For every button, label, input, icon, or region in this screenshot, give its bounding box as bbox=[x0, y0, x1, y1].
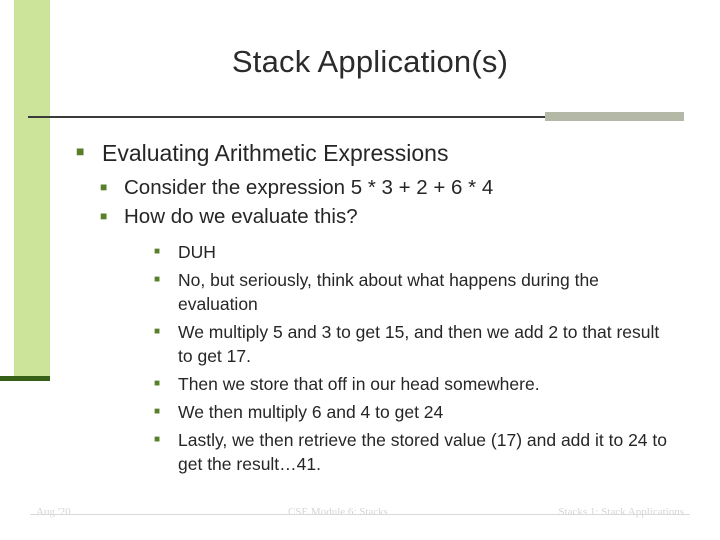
square-bullet-icon: ■ bbox=[100, 180, 108, 194]
footer-date: Aug '20 bbox=[36, 506, 71, 518]
bullet-level3-group: ■ DUH ■ No, but seriously, think about w… bbox=[154, 240, 686, 476]
slide: Stack Application(s) ■ Evaluating Arithm… bbox=[0, 0, 720, 540]
left-green-accent-bar bbox=[14, 0, 50, 380]
bullet-level3: ■ We then multiply 6 and 4 to get 24 bbox=[154, 400, 686, 424]
bullet-level3-label: Then we store that off in our head somew… bbox=[178, 374, 540, 394]
slide-footer: Aug '20 CSE Module 6: Stacks Stacks 1: S… bbox=[0, 504, 720, 540]
bullet-level3-label: We multiply 5 and 3 to get 15, and then … bbox=[178, 322, 660, 366]
footer-topic: Stacks 1: Stack Applications bbox=[558, 506, 684, 518]
square-bullet-icon: ■ bbox=[154, 246, 161, 257]
bullet-level3-label: We then multiply 6 and 4 to get 24 bbox=[178, 402, 444, 422]
bullet-level2: ■ How do we evaluate this? bbox=[100, 203, 686, 230]
bullet-level2-group: ■ Consider the expression 5 * 3 + 2 + 6 … bbox=[100, 174, 686, 476]
page-title: Stack Application(s) bbox=[231, 44, 509, 79]
bullet-level3: ■ Lastly, we then retrieve the stored va… bbox=[154, 428, 686, 476]
bullet-level2: ■ Consider the expression 5 * 3 + 2 + 6 … bbox=[100, 174, 686, 201]
bullet-level3: ■ No, but seriously, think about what ha… bbox=[154, 268, 686, 316]
bullet-level3-label: DUH bbox=[178, 242, 216, 262]
bullet-level3: ■ Then we store that off in our head som… bbox=[154, 372, 686, 396]
slide-body: ■ Evaluating Arithmetic Expressions ■ Co… bbox=[76, 132, 686, 480]
bullet-level2-label: How do we evaluate this? bbox=[124, 205, 358, 228]
bullet-level3: ■ We multiply 5 and 3 to get 15, and the… bbox=[154, 320, 686, 368]
square-bullet-icon: ■ bbox=[76, 145, 85, 160]
square-bullet-icon: ■ bbox=[154, 326, 161, 337]
square-bullet-icon: ■ bbox=[100, 209, 108, 223]
square-bullet-icon: ■ bbox=[154, 406, 161, 417]
title-divider-thick bbox=[545, 112, 684, 121]
bullet-level1-label: Evaluating Arithmetic Expressions bbox=[102, 140, 449, 166]
bullet-level2-label: Consider the expression 5 * 3 + 2 + 6 * … bbox=[124, 176, 494, 199]
square-bullet-icon: ■ bbox=[154, 274, 161, 285]
footer-course: CSE Module 6: Stacks bbox=[288, 506, 388, 518]
square-bullet-icon: ■ bbox=[154, 434, 161, 445]
bullet-level3-label: No, but seriously, think about what happ… bbox=[178, 270, 599, 314]
bullet-level3-label: Lastly, we then retrieve the stored valu… bbox=[178, 430, 667, 474]
left-dark-accent-bar bbox=[0, 376, 50, 381]
bullet-level3: ■ DUH bbox=[154, 240, 686, 264]
square-bullet-icon: ■ bbox=[154, 378, 161, 389]
bullet-level1: ■ Evaluating Arithmetic Expressions bbox=[76, 138, 686, 168]
